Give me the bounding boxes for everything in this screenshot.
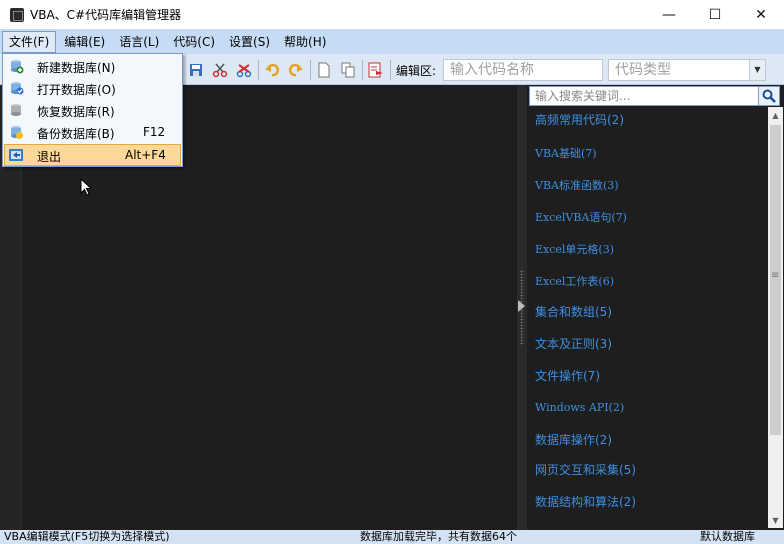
tree-item[interactable]: ExcelVBA语句(7) bbox=[535, 209, 627, 225]
status-load: 数据库加载完毕，共有数据64个 bbox=[360, 530, 517, 543]
tree-item[interactable]: VBA标准函数(3) bbox=[535, 177, 619, 193]
new-database-icon bbox=[8, 58, 24, 74]
toolbar-separator bbox=[362, 60, 363, 80]
window-title: VBA、C#代码库编辑管理器 bbox=[30, 8, 182, 22]
tree-item[interactable]: 文本及正则(3) bbox=[535, 335, 612, 352]
menu-item-backup-database[interactable]: 备份数据库(B) F12 bbox=[4, 121, 181, 143]
menu-item-new-database[interactable]: 新建数据库(N) bbox=[4, 55, 181, 77]
panel-splitter[interactable] bbox=[517, 85, 527, 530]
tree-item[interactable]: 数据库操作(2) bbox=[535, 431, 612, 448]
edit-area-label: 编辑区: bbox=[396, 64, 437, 78]
copy-icon[interactable] bbox=[340, 62, 356, 78]
file-menu-dropdown: 新建数据库(N) 打开数据库(O) 恢复数据库(R) 备份数据库(B) F12 … bbox=[2, 53, 183, 167]
exit-icon bbox=[8, 147, 24, 163]
menu-bar: 文件(F) 编辑(E) 语言(L) 代码(C) 设置(S) 帮助(H) bbox=[0, 29, 784, 54]
title-bar: VBA、C#代码库编辑管理器 — ☐ ✕ bbox=[0, 0, 784, 29]
delete-icon[interactable] bbox=[236, 62, 252, 78]
window-controls: — ☐ ✕ bbox=[646, 0, 784, 29]
toolbar-separator bbox=[258, 60, 259, 80]
menu-help[interactable]: 帮助(H) bbox=[278, 31, 332, 53]
search-input[interactable]: 输入搜索关键词... bbox=[529, 86, 763, 106]
menu-file[interactable]: 文件(F) bbox=[2, 30, 57, 53]
menu-language[interactable]: 语言(L) bbox=[113, 31, 165, 53]
tree-item[interactable]: 网页交互和采集(5) bbox=[535, 461, 636, 478]
tree-item[interactable]: Windows API(2) bbox=[535, 401, 624, 414]
menu-item-label: 退出 bbox=[37, 150, 62, 164]
tree-item[interactable]: 集合和数组(5) bbox=[535, 303, 612, 320]
app-icon bbox=[10, 7, 24, 22]
menu-code[interactable]: 代码(C) bbox=[167, 31, 221, 53]
export-icon[interactable] bbox=[368, 62, 384, 78]
status-bar: VBA编辑模式(F5切换为选择模式) 数据库加载完毕，共有数据64个 默认数据库 bbox=[0, 530, 784, 544]
maximize-button[interactable]: ☐ bbox=[692, 0, 738, 29]
close-button[interactable]: ✕ bbox=[738, 0, 784, 29]
redo-icon[interactable] bbox=[288, 62, 304, 78]
collapse-arrow-icon[interactable] bbox=[518, 300, 525, 312]
scroll-down-icon[interactable]: ▼ bbox=[768, 512, 783, 528]
menu-item-label: 恢复数据库(R) bbox=[37, 105, 115, 119]
restore-database-icon bbox=[8, 102, 24, 118]
open-database-icon bbox=[8, 80, 24, 96]
cut-icon[interactable] bbox=[212, 62, 228, 78]
scroll-thumb[interactable] bbox=[770, 125, 781, 435]
category-tree: 高频常用代码(2) VBA基础(7) VBA标准函数(3) ExcelVBA语句… bbox=[527, 107, 767, 530]
status-mode: VBA编辑模式(F5切换为选择模式) bbox=[4, 530, 170, 543]
menu-settings[interactable]: 设置(S) bbox=[223, 31, 276, 53]
menu-item-label: 打开数据库(O) bbox=[37, 83, 116, 97]
chevron-down-icon[interactable]: ▼ bbox=[749, 60, 765, 80]
tree-item[interactable]: 数据结构和算法(2) bbox=[535, 493, 636, 510]
menu-item-label: 备份数据库(B) bbox=[37, 127, 115, 141]
code-type-select[interactable]: 代码类型 ▼ bbox=[608, 59, 766, 81]
toolbar-separator bbox=[310, 60, 311, 80]
tree-item[interactable]: 文件操作(7) bbox=[535, 367, 600, 384]
menu-item-restore-database[interactable]: 恢复数据库(R) bbox=[4, 99, 181, 121]
category-panel: 输入搜索关键词... 高频常用代码(2) VBA基础(7) VBA标准函数(3)… bbox=[527, 85, 784, 530]
code-name-input[interactable]: 输入代码名称 bbox=[443, 59, 603, 81]
tree-item[interactable]: Excel单元格(3) bbox=[535, 241, 614, 257]
vertical-scrollbar[interactable]: ▲ ▼ bbox=[768, 107, 783, 528]
undo-icon[interactable] bbox=[264, 62, 280, 78]
tree-item[interactable]: VBA基础(7) bbox=[535, 145, 597, 161]
menu-item-open-database[interactable]: 打开数据库(O) bbox=[4, 77, 181, 99]
menu-item-exit[interactable]: 退出 Alt+F4 bbox=[4, 144, 181, 166]
save-icon[interactable] bbox=[188, 62, 204, 78]
backup-database-icon bbox=[8, 124, 24, 140]
toolbar-separator bbox=[390, 60, 391, 80]
tree-item[interactable]: 高频常用代码(2) bbox=[535, 111, 624, 128]
menu-edit[interactable]: 编辑(E) bbox=[58, 31, 111, 53]
search-icon bbox=[762, 89, 776, 103]
code-type-placeholder: 代码类型 bbox=[615, 62, 671, 78]
search-button[interactable] bbox=[758, 86, 780, 106]
menu-item-shortcut: Alt+F4 bbox=[125, 148, 166, 162]
status-database: 默认数据库 bbox=[700, 530, 755, 543]
tree-item[interactable]: Excel工作表(6) bbox=[535, 273, 614, 289]
menu-item-label: 新建数据库(N) bbox=[37, 61, 116, 75]
scroll-up-icon[interactable]: ▲ bbox=[768, 107, 783, 123]
menu-item-shortcut: F12 bbox=[143, 125, 166, 139]
minimize-button[interactable]: — bbox=[646, 0, 692, 29]
new-document-icon[interactable] bbox=[316, 62, 332, 78]
